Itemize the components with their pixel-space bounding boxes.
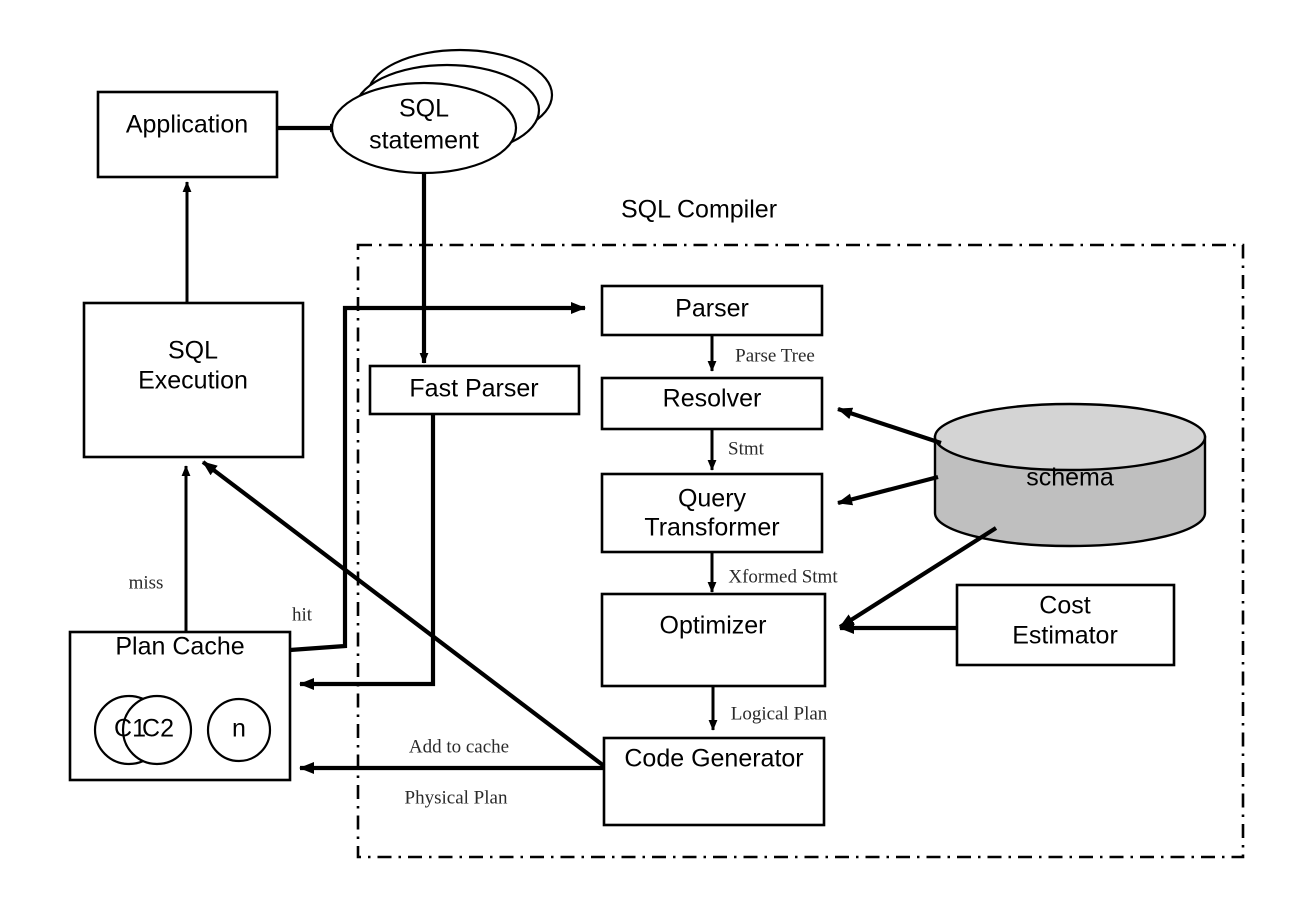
cost-estimator-label-line2: Estimator <box>1012 622 1118 650</box>
edge-label-hit: hit <box>292 604 313 625</box>
query-transformer-label-line1: Query <box>678 485 747 513</box>
edge-label-xformed-stmt: Xformed Stmt <box>728 566 838 587</box>
fast-parser-label: Fast Parser <box>409 375 538 403</box>
edge-schema-to-resolver <box>837 407 942 445</box>
edge-label-physical-plan: Physical Plan <box>405 787 508 808</box>
application-label: Application <box>126 111 248 139</box>
optimizer-label: Optimizer <box>660 612 767 640</box>
edge-plan-cache-hit-to-parser <box>289 302 586 653</box>
code-generator-label: Code Generator <box>624 745 803 773</box>
sql-statement-label-line1: SQL <box>399 95 449 123</box>
cost-estimator-label-line1: Cost <box>1039 592 1090 620</box>
sql-compiler-architecture-diagram: SQL Compiler Application SQL statement S… <box>68 48 1245 859</box>
cache-entry-n-label: n <box>232 715 246 743</box>
edge-label-add-to-cache: Add to cache <box>409 736 509 757</box>
edge-label-stmt: Stmt <box>728 438 765 459</box>
diagram-canvas: SQL Compiler Application SQL statement S… <box>0 0 1290 912</box>
plan-cache-label: Plan Cache <box>115 633 244 661</box>
resolver-label: Resolver <box>663 385 762 413</box>
sql-execution-label-line2: Execution <box>138 367 248 395</box>
sql-statement-label-line2: statement <box>369 127 479 155</box>
edge-label-logical-plan: Logical Plan <box>731 703 828 724</box>
optimizer-box[interactable] <box>600 592 827 688</box>
schema-cylinder[interactable]: schema <box>933 402 1207 548</box>
sql-execution-label-line1: SQL <box>168 337 218 365</box>
parser-label: Parser <box>675 295 749 323</box>
edge-label-parse-tree: Parse Tree <box>735 345 815 366</box>
schema-cylinder-top <box>933 402 1207 472</box>
edge-label-miss: miss <box>129 572 164 593</box>
schema-label: schema <box>1026 464 1114 492</box>
sql-compiler-title: SQL Compiler <box>621 196 777 224</box>
edge-schema-to-query-transformer <box>837 474 939 506</box>
cache-entry-c2-label: C2 <box>142 715 174 743</box>
query-transformer-label-line2: Transformer <box>644 514 779 542</box>
